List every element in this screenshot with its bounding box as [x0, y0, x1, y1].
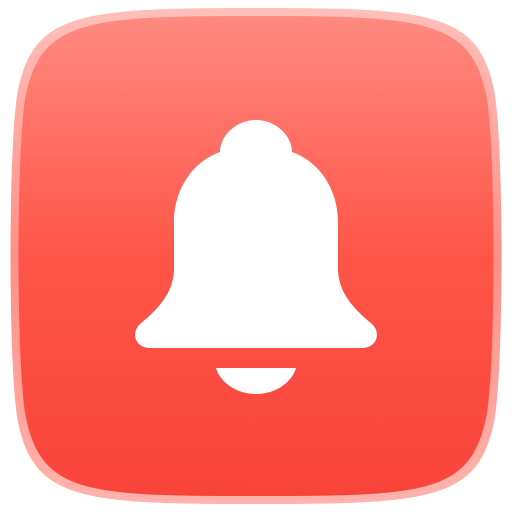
- app-icon-canvas: [0, 0, 512, 512]
- notification-app-icon[interactable]: [0, 0, 512, 512]
